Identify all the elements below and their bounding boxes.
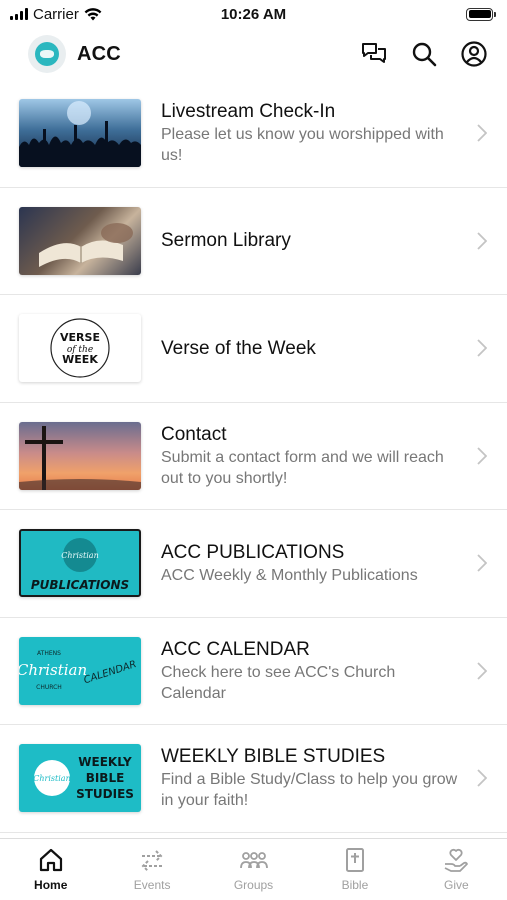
status-bar: Carrier 10:26 AM	[0, 0, 507, 28]
chevron-right-icon	[477, 554, 487, 572]
search-icon[interactable]	[411, 41, 437, 67]
chevron-right-icon	[477, 232, 487, 250]
row-title: WEEKLY BIBLE STUDIES	[161, 746, 386, 768]
tab-home[interactable]: Home	[0, 839, 101, 900]
svg-text:Christian: Christian	[61, 551, 98, 560]
tab-label: Give	[443, 878, 469, 892]
verse-badge-line-3: WEEK	[62, 353, 98, 366]
row-text: Contact Submit a contact form and we wil…	[161, 423, 461, 489]
tab-groups[interactable]: Groups	[203, 839, 304, 900]
calendar-athens: ATHENS	[37, 650, 61, 657]
header-actions	[361, 41, 487, 67]
row-subtitle: Find a Bible Study/Class to help you gro…	[161, 771, 458, 810]
calendar-christian: Christian	[19, 661, 87, 679]
home-icon	[39, 848, 62, 872]
give-heart-hand-icon	[444, 848, 469, 872]
row-subtitle: Submit a contact form and we will reach …	[161, 448, 444, 487]
chevron-right-icon	[477, 447, 487, 465]
app-title: ACC	[77, 42, 121, 65]
row-title: ACC PUBLICATIONS	[161, 541, 345, 563]
calendar-graphic: ATHENS Christian CHURCH CALENDAR	[19, 636, 141, 705]
row-subtitle: ACC Weekly & Monthly Publications	[161, 566, 418, 584]
publications-label: PUBLICATIONS	[31, 578, 129, 592]
studies-line-2: BIBLE	[86, 771, 125, 785]
row-text: ACC PUBLICATIONS ACC Weekly & Monthly Pu…	[161, 541, 461, 586]
signal-icon	[10, 8, 28, 20]
status-left: Carrier	[10, 6, 102, 23]
account-icon[interactable]	[461, 41, 487, 67]
tab-label: Groups	[233, 878, 274, 892]
row-title: ACC CALENDAR	[161, 638, 310, 660]
group-icon	[239, 852, 268, 869]
row-text: WEEKLY BIBLE STUDIES Find a Bible Study/…	[161, 745, 461, 811]
verse-of-the-week-badge: VERSE of the WEEK	[19, 314, 141, 383]
chevron-right-icon	[477, 339, 487, 357]
row-text: ACC CALENDAR Check here to see ACC's Chu…	[161, 638, 461, 704]
studies-line-3: STUDIES	[76, 787, 134, 801]
row-text: Verse of the Week	[161, 337, 461, 360]
row-text: Livestream Check-In Please let us know y…	[161, 100, 461, 166]
list-item-verse-of-the-week[interactable]: VERSE of the WEEK Verse of the Week	[0, 295, 507, 403]
tab-label: Home	[34, 878, 68, 892]
status-time: 10:26 AM	[220, 5, 287, 23]
wifi-icon	[84, 7, 102, 20]
list-item-calendar[interactable]: ATHENS Christian CHURCH CALENDAR ACC CAL…	[0, 618, 507, 725]
app-header: ACC	[0, 28, 507, 80]
tab-give[interactable]: Give	[406, 839, 507, 900]
battery-icon	[466, 7, 496, 21]
row-title: Sermon Library	[161, 230, 291, 252]
row-subtitle: Please let us know you worshipped with u…	[161, 126, 444, 165]
list-item-livestream[interactable]: Livestream Check-In Please let us know y…	[0, 80, 507, 188]
chevron-right-icon	[477, 662, 487, 680]
feature-list: Livestream Check-In Please let us know y…	[0, 80, 507, 833]
tab-bible[interactable]: Bible	[304, 839, 405, 900]
arrows-exchange-icon	[141, 850, 163, 872]
list-item-publications[interactable]: Christian PUBLICATIONS ACC PUBLICATIONS …	[0, 510, 507, 618]
list-item-bible-studies[interactable]: Christian WEEKLY BIBLE STUDIES WEEKLY BI…	[0, 725, 507, 833]
row-title: Livestream Check-In	[161, 101, 336, 123]
carrier-label: Carrier	[33, 5, 79, 23]
bible-book-icon	[345, 848, 364, 872]
publications-graphic: Christian PUBLICATIONS	[19, 529, 141, 598]
calendar-church: CHURCH	[36, 684, 62, 691]
studies-line-1: WEEKLY	[78, 755, 132, 769]
tab-events[interactable]: Events	[101, 839, 202, 900]
row-subtitle: Check here to see ACC's Church Calendar	[161, 663, 396, 702]
tab-label: Bible	[341, 878, 369, 892]
concert-crowd-photo	[19, 99, 141, 168]
verse-badge-line-1: VERSE	[60, 331, 100, 344]
calendar-side: CALENDAR	[83, 659, 138, 686]
cross-sunset-photo	[19, 421, 141, 490]
open-bible-photo	[19, 206, 141, 275]
messages-icon[interactable]	[361, 42, 387, 66]
row-title: Verse of the Week	[161, 337, 316, 359]
chevron-right-icon	[477, 769, 487, 787]
bible-studies-graphic: Christian WEEKLY BIBLE STUDIES	[19, 744, 141, 813]
tab-label: Events	[133, 878, 171, 892]
chevron-right-icon	[477, 124, 487, 142]
tab-bar: Home Events Groups Bible Give	[0, 838, 507, 900]
list-item-sermon-library[interactable]: Sermon Library	[0, 188, 507, 295]
church-logo[interactable]	[28, 35, 66, 73]
row-text: Sermon Library	[161, 229, 461, 252]
row-title: Contact	[161, 423, 227, 445]
list-item-contact[interactable]: Contact Submit a contact form and we wil…	[0, 403, 507, 510]
svg-text:Christian: Christian	[33, 774, 70, 783]
